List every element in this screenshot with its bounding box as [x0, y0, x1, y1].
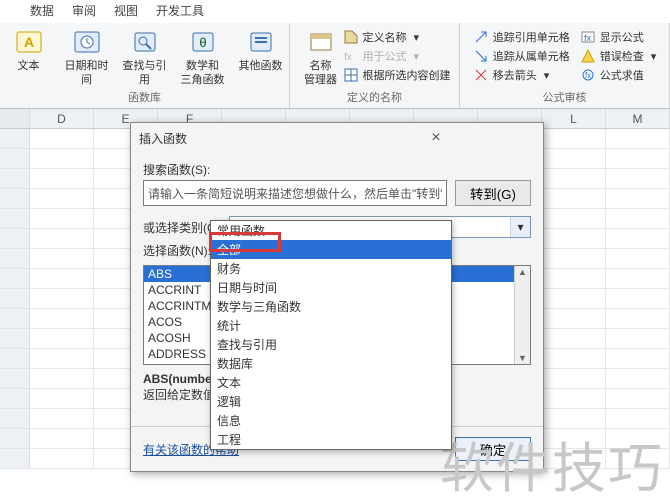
- label: 三角函数: [181, 73, 225, 87]
- text-functions-button[interactable]: A 文本: [2, 25, 56, 73]
- category-dropdown-list[interactable]: 常用函数 全部 财务 日期与时间 数学与三角函数 统计 查找与引用 数据库 文本…: [210, 220, 452, 450]
- tab-dev[interactable]: 开发工具: [156, 2, 204, 19]
- close-button[interactable]: ×: [337, 129, 535, 147]
- label: 其他函数: [239, 59, 283, 73]
- ribbon-tabs: 数据 审阅 视图 开发工具: [0, 0, 670, 23]
- dropdown-item[interactable]: 数学与三角函数: [211, 297, 451, 316]
- remove-arrows-button[interactable]: 移去箭头 ▾: [473, 67, 570, 83]
- dropdown-item[interactable]: 全部: [211, 240, 451, 259]
- dialog-title: 插入函数: [139, 130, 337, 147]
- datetime-functions-button[interactable]: 日期和时间: [60, 25, 114, 87]
- label: 名称: [310, 59, 332, 73]
- ok-button[interactable]: 确定: [455, 437, 531, 461]
- label: 根据所选内容创建: [363, 67, 451, 83]
- evaluate-formula-button[interactable]: fx 公式求值: [580, 67, 657, 83]
- formula-icon: fx: [580, 29, 596, 45]
- fx-icon: fx: [343, 48, 359, 64]
- text-icon: A: [14, 27, 44, 57]
- arrow-up-right-icon: [473, 29, 489, 45]
- show-formulas-button[interactable]: fx 显示公式: [580, 29, 657, 45]
- name-manager-button[interactable]: 名称 管理器: [299, 25, 343, 87]
- dropdown-item[interactable]: 统计: [211, 316, 451, 335]
- label: 文本: [18, 59, 40, 73]
- tab-view[interactable]: 视图: [114, 2, 138, 19]
- label: 移去箭头: [493, 67, 537, 83]
- go-button[interactable]: 转到(G): [455, 180, 531, 206]
- chevron-down-icon[interactable]: ▾: [510, 217, 530, 237]
- grid-icon: [343, 67, 359, 83]
- label: 定义名称: [363, 29, 407, 45]
- tab-review[interactable]: 审阅: [72, 2, 96, 19]
- other-functions-button[interactable]: 其他函数: [234, 25, 288, 73]
- dropdown-item[interactable]: 逻辑: [211, 392, 451, 411]
- error-check-button[interactable]: 错误检查 ▾: [580, 48, 657, 64]
- dropdown-item[interactable]: 日期与时间: [211, 278, 451, 297]
- search-label: 搜索函数(S):: [143, 161, 531, 178]
- tab-data[interactable]: 数据: [30, 2, 54, 19]
- dropdown-item[interactable]: 数据库: [211, 354, 451, 373]
- define-name-button[interactable]: 定义名称 ▾: [343, 29, 451, 45]
- theta-icon: θ: [188, 27, 218, 57]
- use-in-formula-button[interactable]: fx 用于公式 ▾: [343, 48, 451, 64]
- label: 日期和时间: [60, 59, 114, 87]
- math-functions-button[interactable]: θ 数学和 三角函数: [176, 25, 230, 87]
- dropdown-item[interactable]: 常用函数: [211, 221, 451, 240]
- dropdown-item[interactable]: 查找与引用: [211, 335, 451, 354]
- eval-icon: fx: [580, 67, 596, 83]
- remove-arrows-icon: [473, 67, 489, 83]
- svg-text:A: A: [23, 34, 33, 50]
- scroll-down-icon[interactable]: ▼: [518, 352, 527, 364]
- corner[interactable]: [0, 109, 30, 128]
- svg-text:fx: fx: [584, 33, 592, 43]
- dialog-titlebar[interactable]: 插入函数 ×: [131, 123, 543, 153]
- arrow-down-right-icon: [473, 48, 489, 64]
- search-input[interactable]: [143, 180, 447, 206]
- label: 错误检查: [600, 48, 644, 64]
- label: 用于公式: [363, 48, 407, 64]
- scroll-up-icon[interactable]: ▲: [518, 266, 527, 278]
- label: 管理器: [304, 73, 337, 87]
- scrollbar[interactable]: ▲ ▼: [514, 266, 530, 364]
- label: 追踪引用单元格: [493, 29, 570, 45]
- tag-icon: [343, 29, 359, 45]
- group-label-audit: 公式审核: [543, 88, 587, 106]
- svg-text:fx: fx: [344, 52, 352, 63]
- trace-dependents-button[interactable]: 追踪从属单元格: [473, 48, 570, 64]
- col-D[interactable]: D: [30, 109, 94, 128]
- create-from-selection-button[interactable]: 根据所选内容创建: [343, 67, 451, 83]
- lookup-icon: [130, 27, 160, 57]
- label: 显示公式: [600, 29, 644, 45]
- col-M[interactable]: M: [606, 109, 670, 128]
- ribbon: A 文本 日期和时间 查找与引用 θ 数学和: [0, 23, 670, 109]
- label: 公式求值: [600, 67, 644, 83]
- trace-precedents-button[interactable]: 追踪引用单元格: [473, 29, 570, 45]
- label: 数学和: [186, 59, 219, 73]
- lookup-functions-button[interactable]: 查找与引用: [118, 25, 172, 87]
- group-label-funclib: 函数库: [128, 88, 161, 106]
- label: 追踪从属单元格: [493, 48, 570, 64]
- col-L[interactable]: L: [542, 109, 606, 128]
- dropdown-item[interactable]: 工程: [211, 430, 451, 449]
- clock-icon: [72, 27, 102, 57]
- dropdown-item[interactable]: 文本: [211, 373, 451, 392]
- book-icon: [246, 27, 276, 57]
- dropdown-item[interactable]: 财务: [211, 259, 451, 278]
- name-manager-icon: [306, 27, 336, 57]
- group-label-defnames: 定义的名称: [347, 88, 402, 106]
- svg-text:fx: fx: [585, 71, 591, 80]
- dropdown-item[interactable]: 信息: [211, 411, 451, 430]
- label: 查找与引用: [118, 59, 172, 87]
- svg-text:θ: θ: [199, 35, 206, 50]
- warning-icon: [580, 48, 596, 64]
